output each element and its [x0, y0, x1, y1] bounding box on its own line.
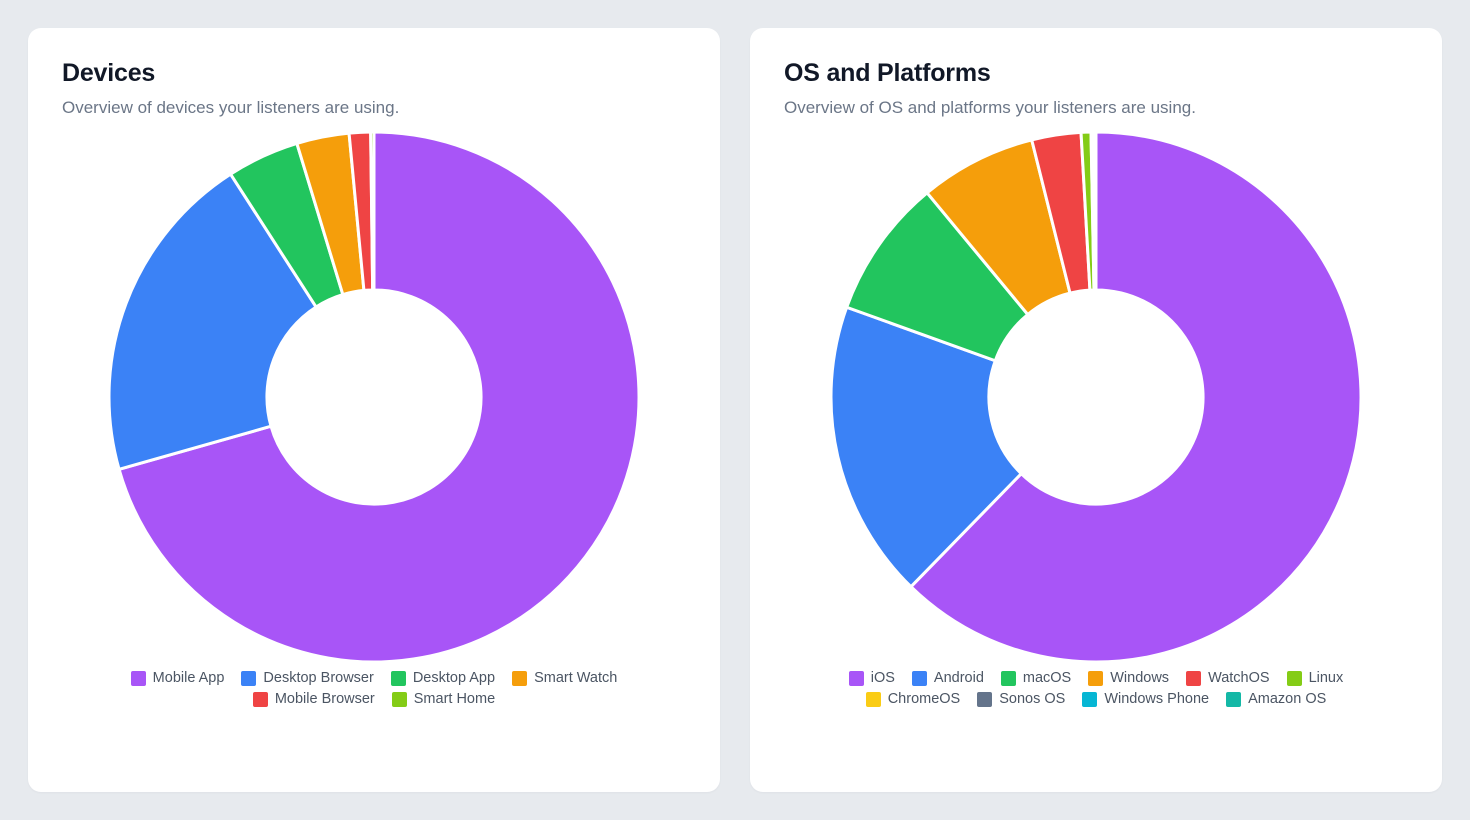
- legend-swatch-icon: [1082, 692, 1097, 707]
- legend-item[interactable]: WatchOS: [1186, 671, 1270, 686]
- card-subtitle: Overview of OS and platforms your listen…: [784, 97, 1408, 119]
- legend-swatch-icon: [253, 692, 268, 707]
- legend-item[interactable]: Desktop App: [391, 671, 495, 686]
- legend-item-label: Windows Phone: [1104, 692, 1209, 707]
- legend-swatch-icon: [131, 671, 146, 686]
- legend-item-label: WatchOS: [1208, 671, 1270, 686]
- legend-item[interactable]: Desktop Browser: [241, 671, 373, 686]
- devices-legend: Mobile App Desktop Browser Desktop App Smar…: [62, 667, 686, 713]
- legend-item[interactable]: Amazon OS: [1226, 692, 1326, 707]
- legend-swatch-icon: [512, 671, 527, 686]
- os-platforms-card: OS and Platforms Overview of OS and plat…: [750, 28, 1442, 792]
- devices-card: Devices Overview of devices your listene…: [28, 28, 720, 792]
- legend-item-label: Windows: [1110, 671, 1169, 686]
- donut-svg-os-platforms[interactable]: [826, 127, 1366, 667]
- legend-swatch-icon: [1287, 671, 1302, 686]
- legend-item-label: Sonos OS: [999, 692, 1065, 707]
- legend-swatch-icon: [392, 692, 407, 707]
- legend-item[interactable]: iOS: [849, 671, 895, 686]
- legend-swatch-icon: [849, 671, 864, 686]
- legend-swatch-icon: [1088, 671, 1103, 686]
- legend-item-label: Desktop App: [413, 671, 495, 686]
- page-title: Devices: [62, 58, 686, 88]
- os-platforms-chart-area: iOS Android macOS Windows WatchOS Linux Chrome…: [784, 127, 1408, 770]
- legend-item[interactable]: macOS: [1001, 671, 1071, 686]
- os-platforms-legend: iOS Android macOS Windows WatchOS Linux Chrome…: [784, 667, 1408, 713]
- legend-swatch-icon: [912, 671, 927, 686]
- legend-swatch-icon: [866, 692, 881, 707]
- legend-item-label: Mobile App: [153, 671, 225, 686]
- card-subtitle: Overview of devices your listeners are u…: [62, 97, 686, 119]
- legend-item[interactable]: Smart Watch: [512, 671, 617, 686]
- legend-item[interactable]: Sonos OS: [977, 692, 1065, 707]
- legend-swatch-icon: [977, 692, 992, 707]
- devices-chart-area: Mobile App Desktop Browser Desktop App Smar…: [62, 127, 686, 770]
- legend-item-label: macOS: [1023, 671, 1071, 686]
- legend-item-label: Smart Home: [414, 692, 495, 707]
- donut-slice[interactable]: [371, 132, 374, 290]
- os-platforms-donut-chart[interactable]: [826, 127, 1366, 667]
- legend-swatch-icon: [391, 671, 406, 686]
- legend-item[interactable]: Smart Home: [392, 692, 495, 707]
- legend-item-label: Mobile Browser: [275, 692, 375, 707]
- legend-item-label: Amazon OS: [1248, 692, 1326, 707]
- donut-slice[interactable]: [1095, 132, 1096, 290]
- legend-item[interactable]: Mobile App: [131, 671, 225, 686]
- legend-item-label: iOS: [871, 671, 895, 686]
- legend-item[interactable]: ChromeOS: [866, 692, 961, 707]
- devices-donut-chart[interactable]: [104, 127, 644, 667]
- legend-item-label: ChromeOS: [888, 692, 961, 707]
- donut-svg-devices[interactable]: [104, 127, 644, 667]
- legend-item-label: Desktop Browser: [263, 671, 373, 686]
- legend-item[interactable]: Android: [912, 671, 984, 686]
- dashboard-page: Devices Overview of devices your listene…: [0, 0, 1470, 820]
- legend-item[interactable]: Linux: [1287, 671, 1344, 686]
- legend-item[interactable]: Windows Phone: [1082, 692, 1209, 707]
- legend-item-label: Smart Watch: [534, 671, 617, 686]
- legend-swatch-icon: [1001, 671, 1016, 686]
- legend-item-label: Linux: [1309, 671, 1344, 686]
- legend-swatch-icon: [241, 671, 256, 686]
- legend-swatch-icon: [1186, 671, 1201, 686]
- legend-swatch-icon: [1226, 692, 1241, 707]
- page-title: OS and Platforms: [784, 58, 1408, 88]
- legend-item[interactable]: Mobile Browser: [253, 692, 375, 707]
- legend-item[interactable]: Windows: [1088, 671, 1169, 686]
- legend-item-label: Android: [934, 671, 984, 686]
